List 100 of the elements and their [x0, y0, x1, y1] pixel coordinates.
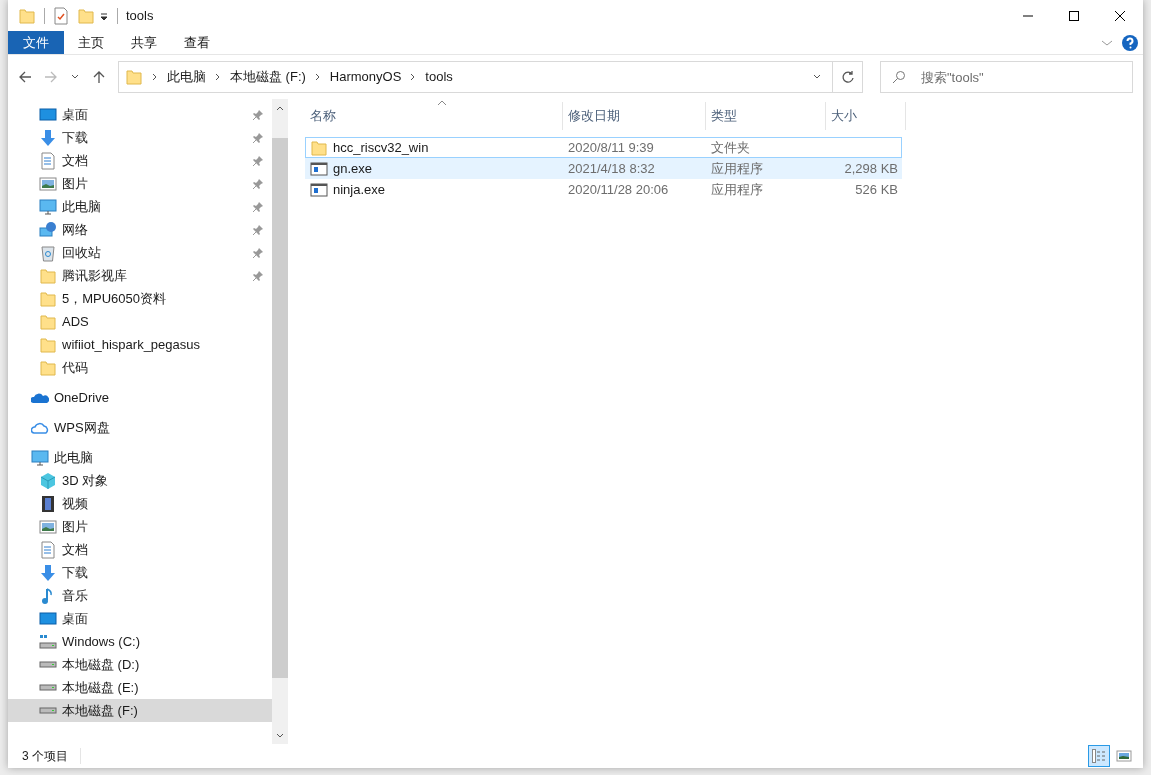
nav-item[interactable]: ADS	[8, 310, 272, 333]
folder-icon	[125, 68, 143, 86]
nav-item[interactable]: wifiiot_hispark_pegasus	[8, 333, 272, 356]
folder-icon	[77, 6, 95, 25]
file-size: 2,298 KB	[844, 160, 898, 176]
nav-item[interactable]: 本地磁盘 (E:)	[8, 676, 272, 699]
ribbon-tab[interactable]: 主页	[65, 31, 117, 54]
pin-icon[interactable]	[252, 200, 264, 213]
folder-icon	[18, 6, 36, 25]
item-count: 3 个项目	[22, 748, 68, 765]
dropdown-icon[interactable]	[99, 10, 109, 21]
nav-item[interactable]: 音乐	[8, 584, 272, 607]
column-header[interactable]: 名称	[305, 102, 563, 130]
modified-date: 2020/11/28 20:06	[568, 181, 669, 197]
refresh-icon	[840, 70, 855, 84]
up-arrow-icon[interactable]	[92, 70, 106, 84]
file-type: 应用程序	[711, 160, 763, 176]
file-size: 526 KB	[855, 181, 898, 197]
file-name: ninja.exe	[333, 180, 386, 199]
nav-item[interactable]: 腾讯影视库	[8, 264, 272, 287]
nav-item[interactable]: Windows (C:)	[8, 630, 272, 653]
chevron-right-icon[interactable]	[151, 73, 159, 81]
search-field[interactable]: 搜索"tools"	[880, 61, 1133, 93]
down-arrow-icon	[39, 563, 57, 582]
nav-item[interactable]: 桌面	[8, 607, 272, 630]
program-icon	[310, 180, 328, 199]
details-view-button[interactable]	[1088, 745, 1110, 767]
network-icon	[39, 220, 57, 239]
folder-icon	[39, 358, 57, 377]
file-type: 应用程序	[711, 181, 763, 197]
nav-item[interactable]: 此电脑	[8, 446, 272, 469]
program-icon	[310, 159, 328, 178]
document-icon	[39, 151, 57, 170]
pin-icon[interactable]	[252, 108, 264, 121]
nav-item[interactable]: 图片	[8, 172, 272, 195]
search-icon	[892, 70, 906, 84]
breadcrumb[interactable]: 本地磁盘 (F:)	[230, 67, 306, 87]
folder-icon	[39, 312, 57, 331]
back-arrow-icon[interactable]	[18, 70, 32, 84]
desktop-icon	[39, 609, 57, 628]
nav-item[interactable]: 文档	[8, 149, 272, 172]
recycle-bin-icon	[39, 243, 57, 262]
ribbon-tab[interactable]: 查看	[171, 31, 223, 54]
close-icon	[1114, 9, 1126, 22]
folder-icon	[39, 335, 57, 354]
folder-icon	[39, 266, 57, 285]
pin-icon[interactable]	[252, 223, 264, 236]
window-title: tools	[126, 6, 154, 25]
nav-item[interactable]: WPS网盘	[8, 416, 272, 439]
pin-icon[interactable]	[252, 154, 264, 167]
nav-item[interactable]: 图片	[8, 515, 272, 538]
pin-icon[interactable]	[252, 246, 264, 259]
column-header[interactable]: 修改日期	[563, 102, 706, 130]
picture-icon	[39, 174, 57, 193]
nav-item[interactable]: 下载	[8, 561, 272, 584]
drive-icon	[39, 661, 57, 668]
file-row[interactable]: gn.exe 2021/4/18 8:32 应用程序 2,298 KB	[305, 158, 902, 179]
nav-item[interactable]: 代码	[8, 356, 272, 379]
column-header[interactable]: 大小	[826, 102, 906, 130]
nav-item[interactable]: 此电脑	[8, 195, 272, 218]
file-row[interactable]: ninja.exe 2020/11/28 20:06 应用程序 526 KB	[305, 179, 902, 200]
monitor-icon	[31, 448, 49, 467]
column-header[interactable]: 类型	[706, 102, 826, 130]
nav-item[interactable]: 视频	[8, 492, 272, 515]
breadcrumb[interactable]: tools	[425, 67, 453, 87]
nav-item[interactable]: 本地磁盘 (D:)	[8, 653, 272, 676]
help-icon[interactable]	[1121, 33, 1139, 52]
pin-icon[interactable]	[252, 177, 264, 190]
folder-icon	[39, 289, 57, 308]
drive-icon	[39, 707, 57, 714]
nav-item[interactable]: OneDrive	[8, 386, 272, 409]
drive-icon	[39, 684, 57, 691]
chevron-right-icon[interactable]	[313, 73, 322, 81]
desktop-icon	[39, 105, 57, 124]
checklist-icon[interactable]	[53, 6, 69, 25]
file-type: 文件夹	[711, 139, 750, 155]
modified-date: 2021/4/18 8:32	[568, 160, 655, 176]
document-icon	[39, 540, 57, 559]
nav-item[interactable]: 下载	[8, 126, 272, 149]
ribbon-tab[interactable]: 共享	[118, 31, 170, 54]
nav-item[interactable]: 回收站	[8, 241, 272, 264]
chevron-right-icon[interactable]	[214, 73, 222, 81]
nav-item[interactable]: 文档	[8, 538, 272, 561]
breadcrumb[interactable]: HarmonyOS	[329, 67, 402, 87]
pin-icon[interactable]	[252, 269, 264, 282]
maximize-icon	[1068, 9, 1080, 22]
nav-item[interactable]: 网络	[8, 218, 272, 241]
film-icon	[39, 494, 57, 513]
file-row[interactable]: hcc_riscv32_win 2020/8/11 9:39 文件夹	[305, 137, 902, 158]
scrollbar[interactable]	[272, 99, 288, 744]
nav-item[interactable]: 桌面	[8, 103, 272, 126]
folder-icon	[310, 138, 328, 157]
breadcrumb[interactable]: 此电脑	[167, 67, 206, 87]
nav-item[interactable]: 3D 对象	[8, 469, 272, 492]
address-bar[interactable]: 此电脑 本地磁盘 (F:) HarmonyOS tools	[118, 61, 863, 93]
nav-item[interactable]: 5，MPU6050资料	[8, 287, 272, 310]
nav-item[interactable]: 本地磁盘 (F:)	[8, 699, 272, 722]
pin-icon[interactable]	[252, 131, 264, 144]
down-arrow-icon	[39, 128, 57, 147]
picture-icon	[39, 517, 57, 536]
